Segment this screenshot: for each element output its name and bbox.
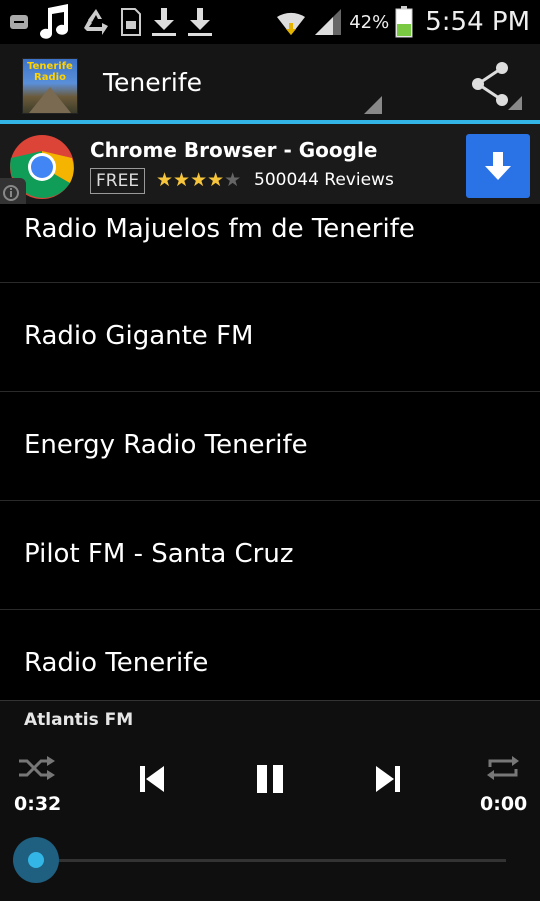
shuffle-button[interactable] xyxy=(16,751,58,785)
elapsed-time: 0:32 xyxy=(14,793,62,815)
filled-stars: ★★★★ xyxy=(156,169,225,191)
share-icon xyxy=(472,62,508,106)
status-bar: 42% 5:54 PM xyxy=(0,0,540,44)
station-name: Radio Majuelos fm de Tenerife xyxy=(24,214,415,244)
player-panel: Atlantis FM 0:32 0:00 xyxy=(0,700,540,901)
station-name: Radio Gigante FM xyxy=(24,321,254,351)
ad-title: Chrome Browser - Google xyxy=(90,138,378,162)
notification-icon xyxy=(8,11,30,33)
total-time: 0:00 xyxy=(480,793,528,815)
list-item[interactable]: Radio Gigante FM xyxy=(0,283,540,392)
now-playing-title: Atlantis FM xyxy=(24,710,134,730)
shuffle-icon xyxy=(19,756,55,780)
ad-reviews: 500044 Reviews xyxy=(254,170,394,190)
share-button[interactable] xyxy=(468,58,512,110)
battery-icon xyxy=(395,6,413,38)
ad-free-badge: FREE xyxy=(90,168,146,194)
previous-button[interactable] xyxy=(134,759,170,799)
next-button[interactable] xyxy=(370,759,406,799)
list-item[interactable]: Energy Radio Tenerife xyxy=(0,392,540,501)
recycle-icon xyxy=(80,6,112,38)
station-name: Energy Radio Tenerife xyxy=(24,430,308,460)
page-title[interactable]: Tenerife xyxy=(103,68,202,97)
pause-button[interactable] xyxy=(250,759,290,799)
ad-download-button[interactable] xyxy=(466,134,530,198)
clock: 5:54 PM xyxy=(425,7,530,37)
repeat-button[interactable] xyxy=(482,751,524,785)
overflow-indicator-icon xyxy=(508,96,522,110)
seek-thumb[interactable] xyxy=(13,837,59,883)
download-icon xyxy=(186,6,214,38)
wifi-icon xyxy=(275,7,307,37)
signal-icon xyxy=(313,7,343,37)
download-arrow-icon xyxy=(485,152,511,180)
download-icon xyxy=(150,6,178,38)
skip-next-icon xyxy=(376,766,400,792)
ad-banner[interactable]: Chrome Browser - Google FREE ★★★★★ 50004… xyxy=(0,124,540,204)
action-bar: Tenerife Radio Tenerife xyxy=(0,44,540,124)
seek-bar[interactable] xyxy=(36,859,506,862)
ad-info-icon[interactable] xyxy=(0,178,26,204)
list-item[interactable]: Pilot FM - Santa Cruz xyxy=(0,501,540,610)
repeat-icon xyxy=(487,756,519,780)
list-item[interactable]: Radio Tenerife xyxy=(0,610,540,700)
app-logo[interactable]: Tenerife Radio xyxy=(22,58,78,114)
mountain-icon xyxy=(29,87,71,113)
station-list: Radio Majuelos fm de Tenerife Radio Giga… xyxy=(0,204,540,700)
spinner-indicator-icon xyxy=(364,96,382,114)
seek-thumb-center xyxy=(28,852,44,868)
pause-icon xyxy=(257,765,283,793)
sim-icon xyxy=(120,7,142,37)
station-name: Pilot FM - Santa Cruz xyxy=(24,539,294,569)
station-name: Radio Tenerife xyxy=(24,648,209,678)
battery-percent: 42% xyxy=(349,11,390,33)
empty-star: ★ xyxy=(224,169,242,191)
list-item[interactable]: Radio Majuelos fm de Tenerife xyxy=(0,204,540,283)
app-logo-text: Tenerife Radio xyxy=(27,61,73,83)
music-note-icon xyxy=(38,4,72,40)
skip-previous-icon xyxy=(140,766,164,792)
ad-rating-stars: ★★★★★ xyxy=(156,168,241,192)
